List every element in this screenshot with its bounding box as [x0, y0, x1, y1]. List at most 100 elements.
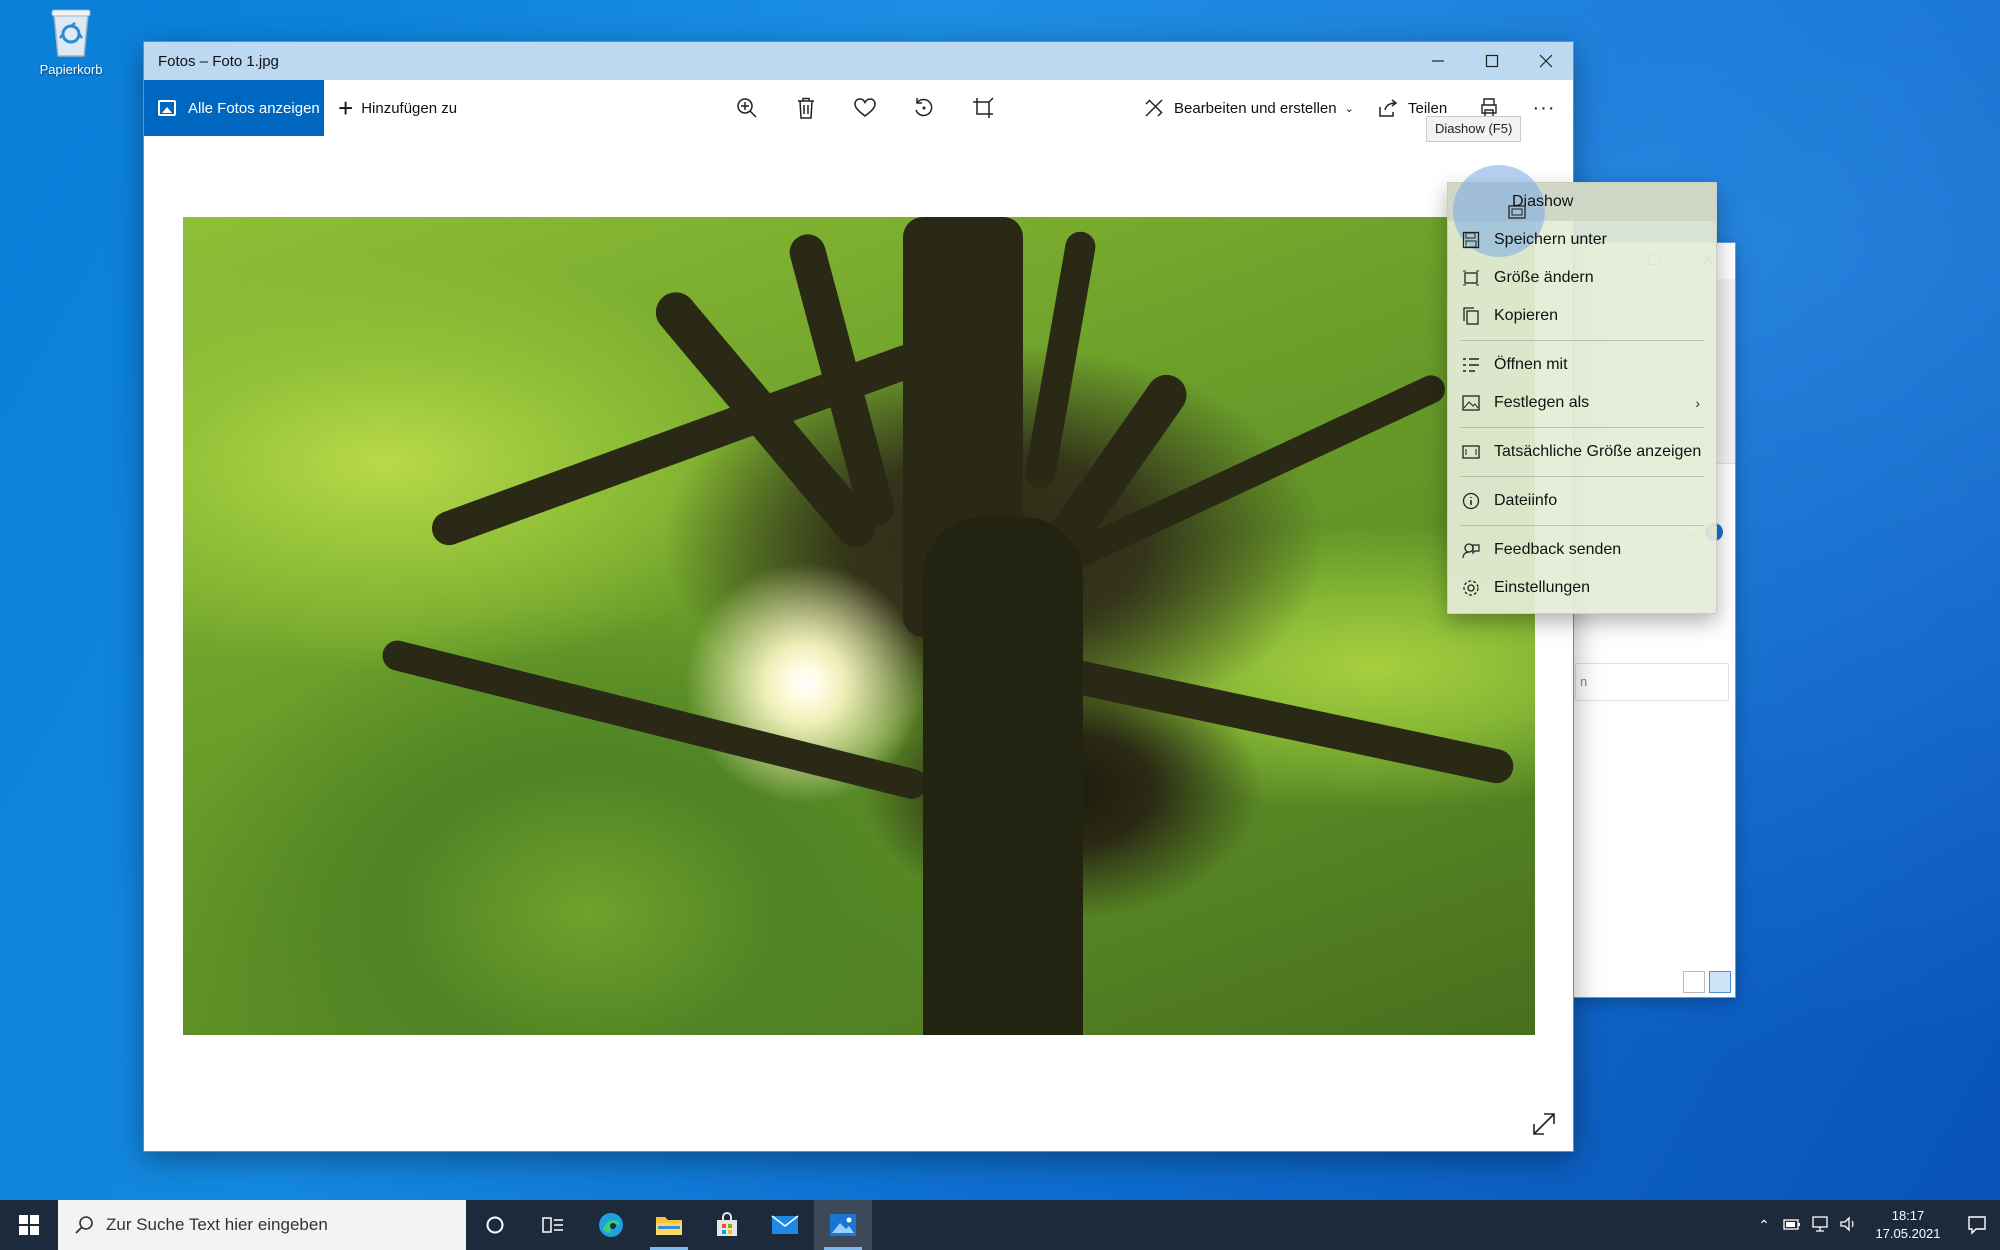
window-title: Fotos – Foto 1.jpg: [158, 52, 279, 70]
trash-icon: [797, 97, 814, 119]
battery-icon[interactable]: [1778, 1217, 1806, 1234]
zoom-button[interactable]: [717, 80, 776, 136]
menu-item-set-as[interactable]: Festlegen als ›: [1448, 384, 1716, 422]
crop-button[interactable]: [953, 80, 1012, 136]
menu-divider: [1460, 427, 1704, 428]
notifications-button[interactable]: [1954, 1215, 2000, 1235]
taskbar-photos[interactable]: [814, 1200, 872, 1250]
system-tray: ⌃ 18:17 17.05.2021: [1750, 1200, 2000, 1250]
menu-item-label: Feedback senden: [1494, 541, 1622, 558]
minimize-button[interactable]: [1411, 42, 1465, 80]
menu-item-label: Kopieren: [1494, 307, 1559, 324]
fullscreen-expand-icon[interactable]: [1530, 1110, 1558, 1138]
settings-icon: [1463, 580, 1479, 596]
recycle-bin-shortcut[interactable]: Papierkorb: [30, 6, 112, 77]
photo-gallery-icon: [158, 100, 176, 116]
speaker-glyph: [1840, 1215, 1854, 1232]
menu-item-open-with[interactable]: Öffnen mit: [1448, 346, 1716, 384]
taskbar-search-box[interactable]: Zur Suche Text hier eingeben: [58, 1200, 466, 1250]
chevron-up-icon[interactable]: ⌃: [1750, 1217, 1778, 1234]
rotate-button[interactable]: [894, 80, 953, 136]
toolbar: Alle Fotos anzeigen + Hinzufügen zu Bear…: [144, 80, 1573, 136]
folder-icon: [656, 1217, 682, 1235]
edit-create-button[interactable]: Bearbeiten und erstellen ⌄: [1144, 80, 1354, 136]
task-view-button[interactable]: [524, 1200, 582, 1250]
menu-item-label: Dateiinfo: [1494, 492, 1558, 509]
menu-divider: [1460, 476, 1704, 477]
menu-item-settings[interactable]: Einstellungen: [1448, 569, 1716, 607]
taskbar-mail[interactable]: [756, 1200, 814, 1250]
taskbar-edge[interactable]: [582, 1200, 640, 1250]
tool-icons: [717, 80, 1012, 136]
cortana-circle-icon: [486, 1216, 504, 1234]
mail-icon: [771, 1215, 799, 1234]
slideshow-tooltip: Diashow (F5): [1426, 116, 1522, 142]
menu-divider: [1460, 340, 1704, 341]
maximize-icon: [1485, 54, 1499, 68]
photos-app-window: Fotos – Foto 1.jpg Alle Fotos anzeigen +…: [143, 41, 1717, 1152]
view-switcher: [1683, 971, 1731, 993]
menu-item-label: Festlegen als: [1494, 394, 1590, 411]
menu-divider: [1460, 525, 1704, 526]
store-bag-icon: [717, 1212, 737, 1236]
menu-item-save-as[interactable]: Speichern unter: [1448, 221, 1716, 259]
feedback-icon: [1462, 543, 1480, 559]
network-glyph: [1812, 1215, 1828, 1232]
search-icon: [75, 1216, 93, 1234]
photo-viewer-image[interactable]: [183, 217, 1535, 1035]
all-photos-label: Alle Fotos anzeigen: [188, 99, 320, 117]
delete-button[interactable]: [776, 80, 835, 136]
menu-item-slideshow[interactable]: Diashow: [1448, 165, 1716, 257]
maximize-button[interactable]: [1465, 42, 1519, 80]
taskbar-file-explorer[interactable]: [640, 1200, 698, 1250]
clock-date: 17.05.2021: [1875, 1226, 1941, 1241]
edit-create-icon: [1145, 99, 1163, 117]
photos-app-icon: [830, 1214, 856, 1236]
more-options-button[interactable]: ···: [1524, 80, 1564, 136]
actual-size-icon: [1462, 445, 1480, 459]
notification-icon: [1968, 1216, 1986, 1235]
close-button[interactable]: [1519, 42, 1573, 80]
menu-item-feedback[interactable]: Feedback senden: [1448, 531, 1716, 569]
menu-item-label: Größe ändern: [1494, 269, 1594, 286]
zoom-in-icon: [736, 98, 757, 118]
chevron-right-icon: ›: [1695, 395, 1700, 411]
details-view-icon[interactable]: [1683, 971, 1705, 993]
recycle-bin-icon: [48, 6, 94, 58]
cortana-button[interactable]: [466, 1200, 524, 1250]
more-dots-icon: ···: [1532, 96, 1556, 119]
add-to-label: Hinzufügen zu: [361, 99, 458, 117]
plus-icon: +: [338, 93, 354, 123]
favorite-button[interactable]: [835, 80, 894, 136]
close-icon: [1539, 54, 1553, 68]
task-view-icon: [542, 1217, 563, 1233]
bg-search-input[interactable]: n: [1575, 663, 1729, 701]
tree-branch: [1023, 229, 1098, 491]
rotate-icon: [914, 98, 932, 117]
edit-create-label: Bearbeiten und erstellen: [1174, 99, 1337, 117]
share-label: Teilen: [1408, 99, 1448, 117]
all-photos-button[interactable]: Alle Fotos anzeigen: [144, 80, 324, 136]
start-button[interactable]: [0, 1200, 58, 1250]
network-icon[interactable]: [1806, 1215, 1834, 1235]
clock-time: 18:17: [1891, 1208, 1925, 1223]
menu-item-actual-size[interactable]: Tatsächliche Größe anzeigen: [1448, 433, 1716, 471]
taskbar-store[interactable]: [698, 1200, 756, 1250]
menu-item-file-info[interactable]: Dateiinfo: [1448, 482, 1716, 520]
crop-icon: [972, 97, 994, 118]
clock[interactable]: 18:17 17.05.2021: [1862, 1207, 1954, 1243]
volume-icon[interactable]: [1834, 1215, 1862, 1235]
add-to-button[interactable]: + Hinzufügen zu: [338, 95, 457, 121]
menu-item-label: Speichern unter: [1494, 231, 1607, 248]
large-icons-view-icon[interactable]: [1709, 971, 1731, 993]
tree-branch: [1059, 657, 1517, 787]
more-options-menu: Diashow Speichern unter Größe ändern Kop…: [1447, 165, 1717, 614]
set-as-icon: [1462, 395, 1480, 411]
heart-icon: [853, 98, 876, 117]
menu-item-label: Öffnen mit: [1494, 356, 1568, 373]
save-icon: [1462, 231, 1480, 249]
menu-item-copy[interactable]: Kopieren: [1448, 297, 1716, 335]
tree-branch: [379, 637, 930, 803]
menu-item-resize[interactable]: Größe ändern: [1448, 259, 1716, 297]
minimize-icon: [1432, 60, 1444, 62]
